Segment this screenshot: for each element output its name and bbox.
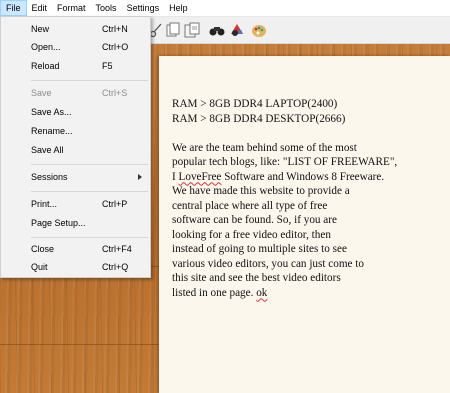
- menu-tools[interactable]: Tools: [91, 0, 122, 16]
- menu-separator: [31, 164, 148, 165]
- text-line: popular tech blogs, like: "LIST OF FREEW…: [172, 156, 398, 168]
- palette-icon[interactable]: [250, 21, 268, 39]
- menu-file[interactable]: File: [0, 0, 27, 16]
- menu-help[interactable]: Help: [164, 0, 193, 16]
- shortcut-label: Ctrl+F4: [102, 244, 132, 254]
- shortcut-label: Ctrl+P: [102, 199, 128, 209]
- menu-settings[interactable]: Settings: [122, 0, 165, 16]
- text-line: I LoveFree Software and Windows 8 Freewa…: [172, 170, 385, 183]
- spellcheck-word[interactable]: LoveFree: [179, 171, 222, 183]
- text-line: RAM > 8GB DDR4 DESKTOP(2666): [172, 112, 346, 125]
- submenu-arrow-icon: [138, 174, 142, 180]
- shortcut-label: Ctrl+N: [102, 24, 128, 34]
- text-line: instead of going to multiple sites to se…: [172, 243, 347, 255]
- shortcut-label: Ctrl+Q: [102, 262, 129, 272]
- menu-item-sessions[interactable]: Sessions: [1, 168, 150, 186]
- find-binoculars-icon[interactable]: [208, 21, 226, 39]
- menu-format[interactable]: Format: [52, 0, 91, 16]
- menu-item-print[interactable]: Print... Ctrl+P: [1, 195, 150, 213]
- menu-item-label: Close: [31, 244, 55, 254]
- menu-item-label: New: [31, 24, 50, 34]
- menu-item-label: Save All: [31, 145, 64, 155]
- text-line: various video editors, you can just come…: [172, 257, 365, 270]
- text-line: looking for a free video editor, then: [172, 228, 331, 241]
- menu-item-close[interactable]: Close Ctrl+F4: [1, 240, 150, 258]
- text-line: RAM > 8GB DDR4 LAPTOP(2400): [172, 98, 338, 110]
- copy-icon[interactable]: [164, 21, 182, 39]
- menu-edit[interactable]: Edit: [27, 0, 53, 16]
- menu-separator: [31, 80, 148, 81]
- text-line: this site and see the best video editors: [172, 272, 341, 284]
- document-text[interactable]: RAM > 8GB DDR4 LAPTOP(2400) RAM > 8GB DD…: [172, 97, 447, 300]
- menu-item-label: Reload: [31, 61, 60, 71]
- menu-item-save-all[interactable]: Save All: [1, 141, 150, 159]
- text-line: We have made this website to provide a: [172, 185, 350, 197]
- menu-item-label: Rename...: [31, 126, 73, 136]
- menu-item-label: Save As...: [31, 107, 72, 117]
- menu-item-open[interactable]: Open... Ctrl+O: [1, 38, 150, 56]
- shortcut-label: F5: [102, 61, 113, 71]
- text-line: We are the team behind some of the most: [172, 141, 357, 154]
- menu-item-save-as[interactable]: Save As...: [1, 103, 150, 121]
- menu-item-save[interactable]: Save Ctrl+S: [1, 84, 150, 102]
- menu-separator: [31, 191, 148, 192]
- text-line: software can be found. So, if you are: [172, 214, 337, 226]
- paragraph: We are the team behind some of the most p…: [172, 141, 447, 301]
- menu-item-reload[interactable]: Reload F5: [1, 57, 150, 75]
- text-line: listed in one page. ok: [172, 286, 268, 299]
- spellcheck-word[interactable]: ok: [256, 287, 267, 299]
- menu-item-rename[interactable]: Rename...: [1, 122, 150, 140]
- shortcut-label: Ctrl+O: [102, 42, 129, 52]
- menu-item-label: Page Setup...: [31, 218, 86, 228]
- menu-item-label: Quit: [31, 262, 48, 272]
- menu-bar: File Edit Format Tools Settings Help: [0, 0, 450, 17]
- menu-item-label: Print...: [31, 199, 58, 209]
- menu-separator: [31, 237, 148, 238]
- shortcut-label: Ctrl+S: [102, 88, 128, 98]
- menu-item-quit[interactable]: Quit Ctrl+Q: [1, 258, 150, 276]
- menu-item-label: Open...: [31, 42, 61, 52]
- document-page[interactable]: RAM > 8GB DDR4 LAPTOP(2400) RAM > 8GB DD…: [159, 56, 450, 393]
- menu-item-page-setup[interactable]: Page Setup...: [1, 214, 150, 232]
- menu-item-new[interactable]: New Ctrl+N: [1, 20, 150, 38]
- paste-icon[interactable]: [183, 21, 201, 39]
- replace-icon[interactable]: [228, 21, 246, 39]
- menu-item-label: Save: [31, 88, 52, 98]
- menu-item-label: Sessions: [31, 172, 68, 182]
- file-menu-dropdown: New Ctrl+N Open... Ctrl+O Reload F5 Save…: [0, 16, 151, 278]
- text-line: central place where all type of free: [172, 199, 328, 212]
